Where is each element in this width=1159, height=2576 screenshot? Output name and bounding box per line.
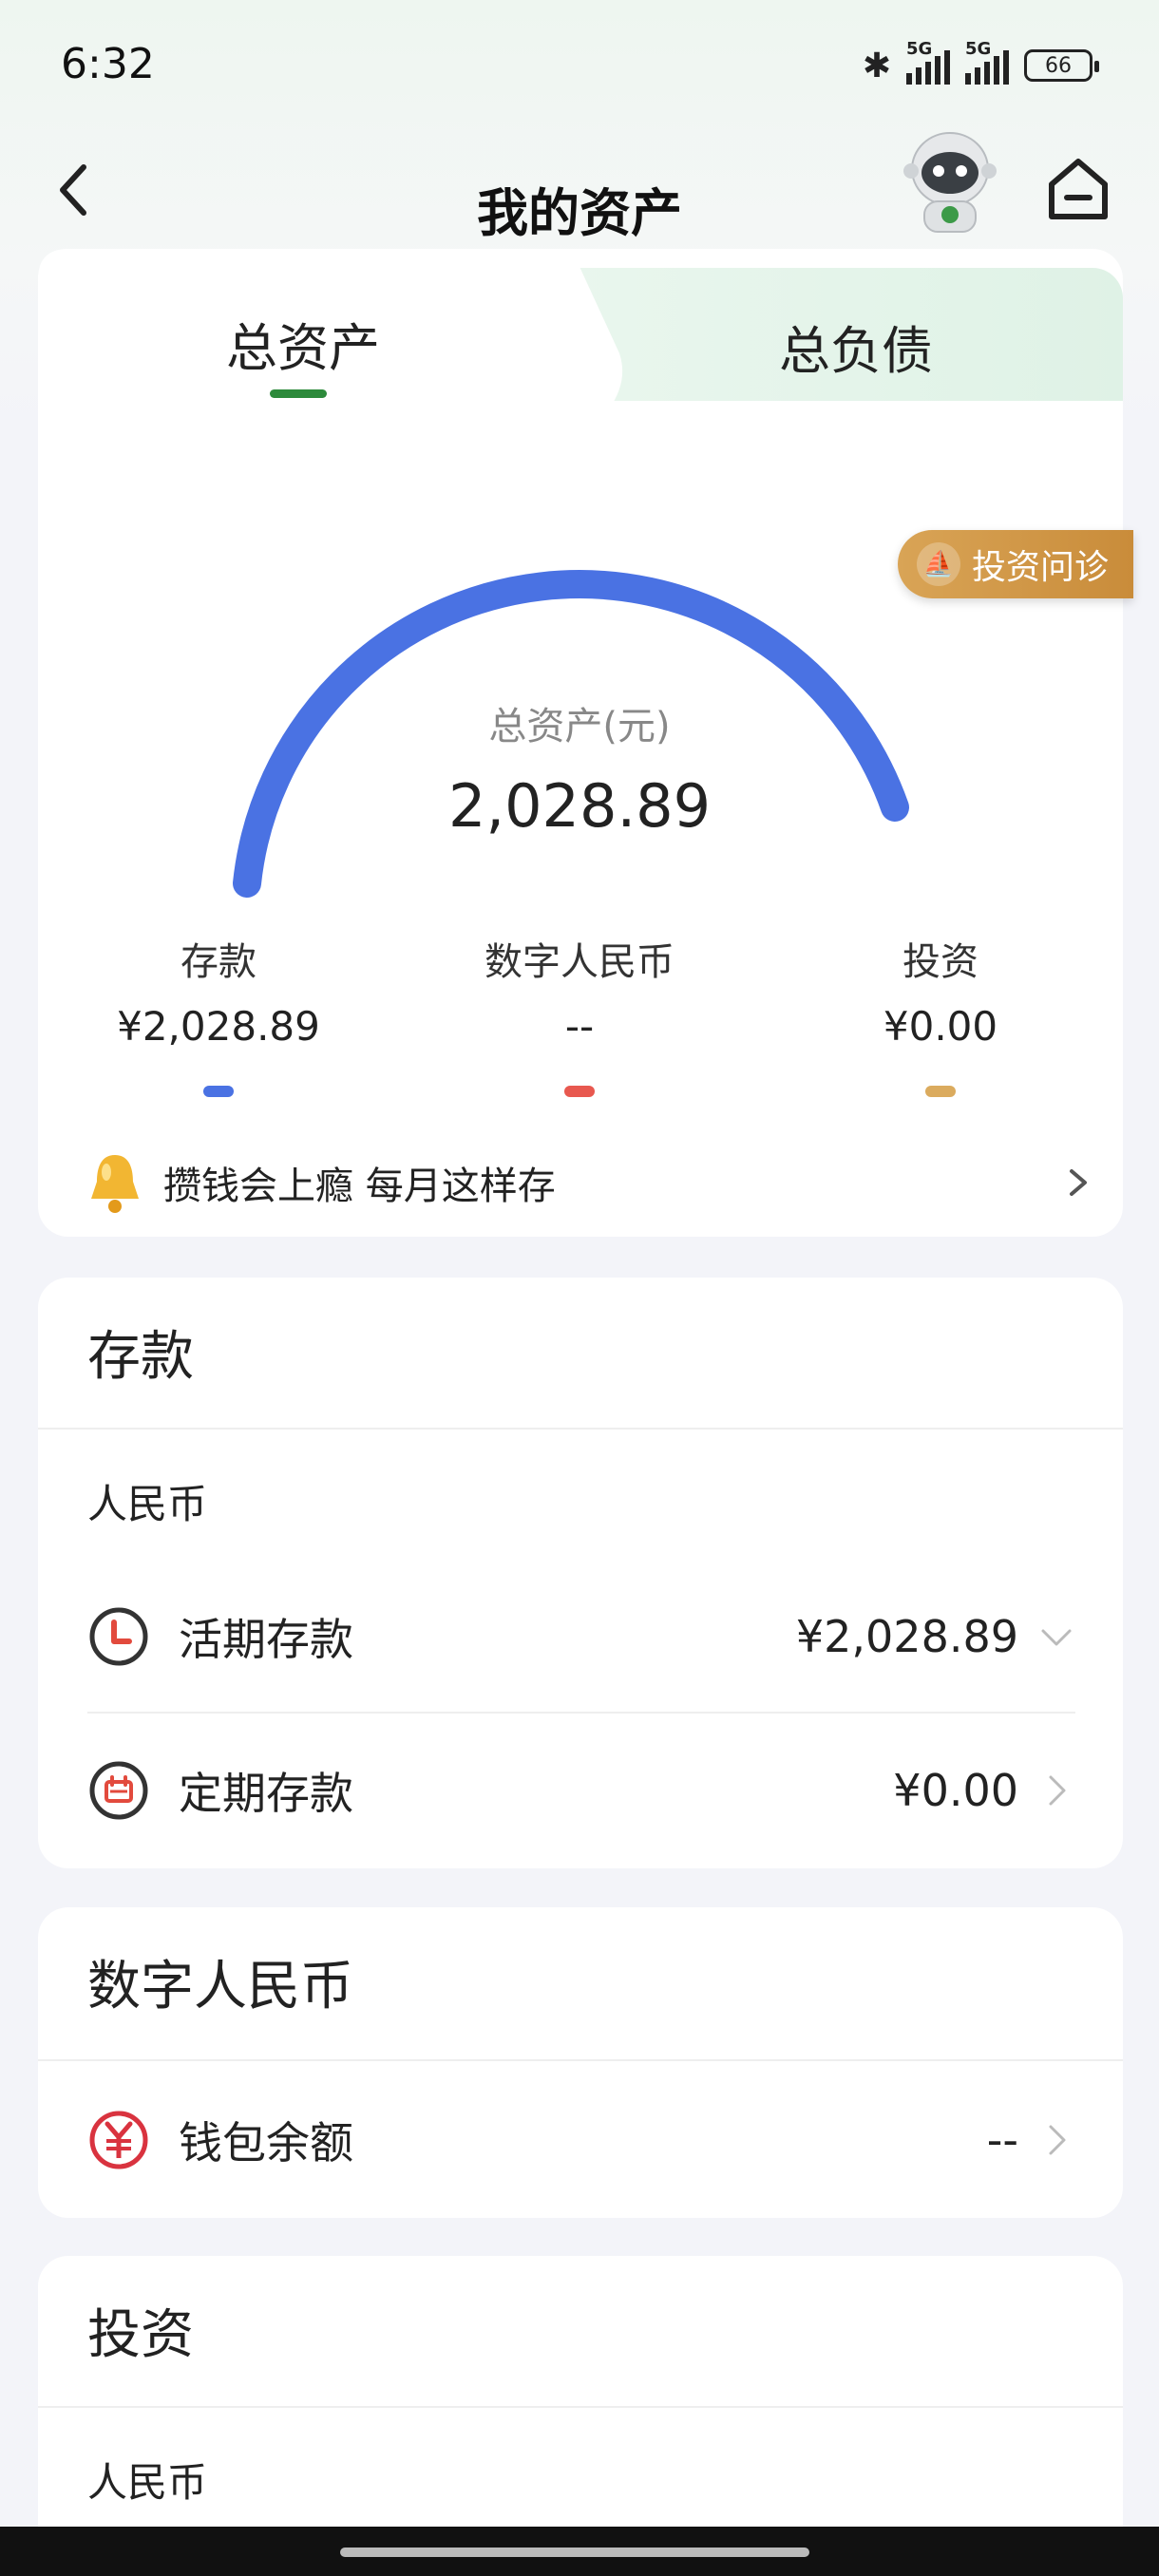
deposit-section: 存款 人民币 活期存款 ¥2,028.89 定期存款 ¥0.00	[38, 1278, 1123, 1868]
fixed-deposit-amount: ¥0.00	[893, 1765, 1018, 1816]
digital-rmb-section-title: 数字人民币	[87, 1956, 353, 2017]
divider	[38, 1428, 1123, 1430]
status-bar: 6:32 ✱ 5G 5G 66	[0, 0, 1159, 133]
digital-yuan-icon	[89, 2111, 148, 2169]
bell-icon	[91, 1155, 139, 1213]
calendar-icon	[89, 1761, 148, 1820]
signal-icon-2: 5G	[965, 39, 1009, 85]
wallet-balance-amount: --	[986, 2114, 1018, 2166]
bluetooth-icon: ✱	[862, 46, 891, 85]
legend-investment[interactable]: 投资 ¥0.00	[798, 931, 1083, 1097]
status-icons: ✱ 5G 5G 66	[862, 39, 1099, 89]
digital-rmb-section: 数字人民币 钱包余额 --	[38, 1907, 1123, 2218]
clock-icon	[89, 1607, 148, 1666]
investment-currency-label: 人民币	[87, 2459, 208, 2506]
deposit-section-title: 存款	[87, 1326, 194, 1388]
demand-deposit-amount: ¥2,028.89	[795, 1611, 1018, 1662]
tab-total-liabilities[interactable]: 总负债	[779, 309, 933, 384]
legend-investment-name: 投资	[902, 940, 978, 984]
system-navigation-bar	[0, 2527, 1159, 2576]
tab-active-indicator	[270, 389, 327, 398]
legend-digital-rmb-value: --	[564, 1003, 595, 1050]
fixed-deposit-row[interactable]: 定期存款 ¥0.00	[87, 1743, 1075, 1838]
divider	[38, 2059, 1123, 2061]
legend-deposit[interactable]: 存款 ¥2,028.89	[76, 931, 361, 1097]
legend-deposit-value: ¥2,028.89	[117, 1003, 320, 1050]
chevron-right-icon	[1049, 2125, 1066, 2155]
home-button[interactable]	[1040, 150, 1116, 226]
legend-deposit-name: 存款	[180, 940, 256, 984]
legend-digital-rmb-dot	[564, 1086, 595, 1097]
header: 我的资产	[0, 132, 1159, 247]
legend-digital-rmb-name: 数字人民币	[484, 940, 674, 984]
status-time: 6:32	[61, 40, 155, 88]
chevron-right-icon	[1070, 1169, 1087, 1196]
home-indicator[interactable]	[340, 2548, 809, 2557]
savings-promo-banner[interactable]: 攒钱会上瘾 每月这样存	[86, 1145, 1092, 1221]
demand-deposit-row[interactable]: 活期存款 ¥2,028.89	[87, 1589, 1075, 1684]
total-assets-label: 总资产(元)	[488, 705, 671, 748]
legend-digital-rmb[interactable]: 数字人民币 --	[437, 931, 722, 1097]
home-icon	[1049, 159, 1108, 219]
investment-section-title: 投资	[87, 2304, 194, 2366]
total-assets-value: 2,028.89	[447, 771, 712, 841]
battery-icon: 66	[1024, 49, 1099, 82]
divider	[38, 2406, 1123, 2408]
legend-deposit-dot	[203, 1086, 234, 1097]
deposit-currency-label: 人民币	[87, 1481, 208, 1527]
promo-text: 攒钱会上瘾 每月这样存	[163, 1165, 556, 1208]
wallet-balance-label: 钱包余额	[179, 2117, 353, 2169]
chevron-right-icon	[1049, 1775, 1066, 1806]
row-divider	[87, 1712, 1075, 1714]
wallet-balance-row[interactable]: 钱包余额 --	[87, 2093, 1075, 2188]
tab-total-assets[interactable]: 总资产	[226, 306, 380, 381]
legend-investment-dot	[925, 1086, 956, 1097]
fixed-deposit-label: 定期存款	[179, 1768, 353, 1819]
legend-investment-value: ¥0.00	[883, 1003, 998, 1050]
assistant-robot-icon[interactable]	[898, 123, 1002, 237]
signal-icon: 5G	[906, 39, 950, 85]
chevron-down-icon	[1041, 1629, 1072, 1646]
demand-deposit-label: 活期存款	[179, 1614, 353, 1665]
